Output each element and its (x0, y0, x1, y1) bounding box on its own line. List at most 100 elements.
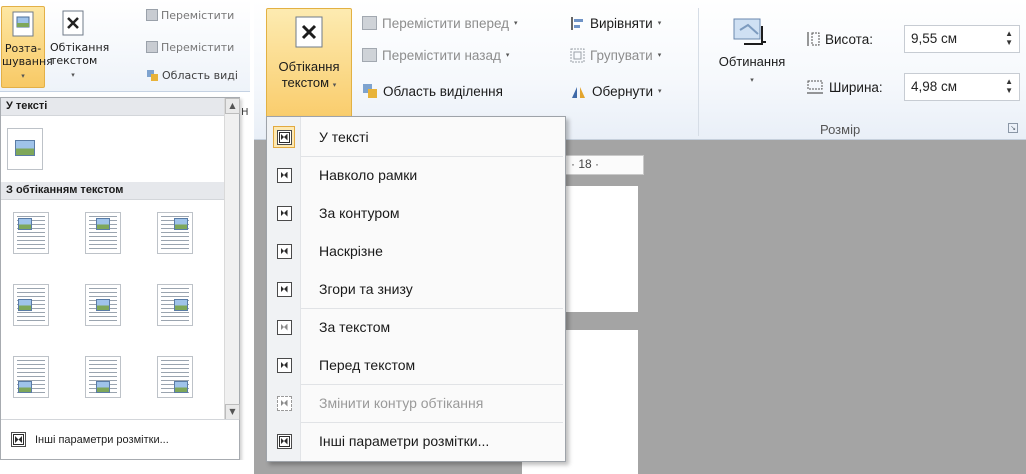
layout-option[interactable] (13, 284, 49, 326)
menu-item-top-bottom[interactable]: Згори та знизу (269, 272, 563, 306)
chevron-down-icon: ▾ (332, 82, 337, 89)
section-inline-heading: У тексті (1, 98, 239, 116)
send-backward-icon (146, 41, 158, 53)
wrap-text-icon (295, 16, 323, 48)
wrap-square-icon (276, 167, 292, 183)
layout-option[interactable] (157, 284, 193, 326)
rotate-button[interactable]: Обернути ▾ (570, 80, 662, 102)
menu-item-label: Змінити контур обтікання (319, 395, 484, 411)
menu-item-label: У тексті (319, 129, 369, 145)
menu-separator (301, 384, 563, 385)
menu-item-label: Наскрізне (319, 243, 383, 259)
bring-forward-button-left[interactable]: Перемістити (146, 6, 234, 24)
menu-item-in-front[interactable]: Перед текстом (269, 348, 563, 382)
align-button[interactable]: Вирівняти ▾ (570, 12, 661, 34)
wrap-through-icon (276, 243, 292, 259)
scroll-down-icon[interactable]: ▼ (225, 404, 240, 420)
picture-icon (15, 140, 35, 156)
wrap-tight-icon (276, 205, 292, 221)
menu-item-more-layout[interactable]: Інші параметри розмітки... (269, 424, 563, 458)
bring-forward-label: Перемістити (161, 8, 235, 22)
more-layout-options-label: Інші параметри розмітки... (35, 433, 169, 446)
menu-item-through[interactable]: Наскрізне (269, 234, 563, 268)
group-separator (698, 8, 699, 136)
chevron-down-icon: ▾ (21, 72, 25, 80)
width-field[interactable]: 4,98 см ▲ ▼ (904, 73, 1020, 101)
size-group-label: Розмір (820, 122, 861, 137)
send-backward-button-left[interactable]: Перемістити (146, 38, 234, 56)
menu-separator (301, 156, 563, 157)
position-button[interactable]: Розта- шування ▾ (1, 6, 53, 88)
layout-options-icon (276, 433, 292, 449)
height-spinner-icon[interactable]: ▲ ▼ (1005, 29, 1013, 47)
send-backward-button[interactable]: Перемістити назад ▾ (362, 44, 509, 66)
bring-forward-icon (362, 16, 377, 30)
bring-forward-button[interactable]: Перемістити вперед ▾ (362, 12, 518, 34)
wrap-text-button-left[interactable]: Обтікання текстом ▾ (50, 6, 109, 88)
ruler: · 18 · (564, 155, 644, 175)
scroll-up-icon[interactable]: ▲ (225, 98, 240, 114)
send-backward-icon (362, 48, 377, 62)
wrap-text-button[interactable]: Обтікання текстом ▾ (266, 8, 352, 120)
layout-option[interactable] (85, 284, 121, 326)
left-screenshot: Розта- шування ▾ Обтікання текстом ▾ Пер… (0, 0, 250, 460)
menu-item-behind-text[interactable]: За текстом (269, 310, 563, 344)
height-label: Висота: (825, 31, 873, 47)
selection-pane-label: Область виділення (383, 83, 503, 99)
selection-pane-button-left[interactable]: Область виді (146, 66, 238, 84)
send-backward-label: Перемістити назад (382, 47, 501, 63)
chevron-down-icon: ▾ (505, 52, 510, 59)
menu-item-edit-wrap-points[interactable]: Змінити контур обтікання (269, 386, 563, 420)
rotate-icon (572, 86, 585, 98)
inline-section (1, 116, 239, 182)
picture-icon (174, 218, 188, 230)
picture-icon (18, 218, 32, 230)
width-label-row: Ширина: (806, 76, 883, 98)
menu-item-label: За текстом (319, 319, 391, 335)
align-icon (571, 16, 583, 30)
menu-item-label: Перед текстом (319, 357, 416, 373)
wrap-in-front-icon (276, 357, 292, 373)
picture-icon (18, 299, 32, 311)
layout-option[interactable] (85, 356, 121, 398)
menu-item-square[interactable]: Навколо рамки (269, 158, 563, 192)
picture-icon (96, 381, 110, 393)
menu-separator (301, 308, 563, 309)
selection-pane-button[interactable]: Область виділення (362, 80, 503, 102)
bring-forward-label: Перемістити вперед (382, 15, 510, 31)
menu-item-tight[interactable]: За контуром (269, 196, 563, 230)
align-label: Вирівняти (590, 15, 653, 31)
wrap-gallery-dropdown: У тексті З обтіканням текстом ▲ ▼ Інші п… (0, 97, 240, 460)
layout-option[interactable] (85, 212, 121, 254)
width-spinner-icon[interactable]: ▲ ▼ (1005, 77, 1013, 95)
group-label: Групувати (590, 47, 653, 63)
wrap-line1: Обтікання (50, 41, 110, 54)
layout-options-icon (11, 432, 26, 447)
height-field[interactable]: 9,55 см ▲ ▼ (904, 25, 1020, 53)
menu-item-label: Згори та знизу (319, 281, 413, 297)
more-layout-options-left[interactable]: Інші параметри розмітки... (1, 419, 239, 459)
chevron-down-icon: ▾ (514, 20, 518, 27)
dialog-launcher-icon[interactable]: ↘ (1008, 123, 1018, 133)
menu-separator (301, 422, 563, 423)
chevron-down-icon: ▾ (71, 71, 75, 79)
layout-option[interactable] (157, 212, 193, 254)
width-value: 4,98 см (911, 79, 958, 94)
group-button[interactable]: Групувати ▾ (570, 44, 661, 66)
crop-button[interactable]: Обтинання ▾ (706, 18, 798, 112)
right-screenshot: Обтікання текстом ▾ Перемістити вперед ▾… (254, 0, 1026, 474)
wrap-line2: текстом (50, 54, 98, 67)
menu-item-label: Інші параметри розмітки... (319, 433, 490, 449)
height-icon (807, 32, 820, 46)
chevron-down-icon: ▾ (657, 20, 662, 27)
selection-pane-icon (147, 69, 158, 81)
chevron-down-icon: ▾ (657, 52, 662, 59)
gallery-scrollbar[interactable]: ▲ ▼ (224, 98, 240, 420)
selection-pane-icon (363, 84, 377, 98)
layout-option[interactable] (157, 356, 193, 398)
layout-inline-option[interactable] (7, 128, 43, 170)
menu-item-in-line[interactable]: У тексті (269, 120, 563, 154)
layout-option[interactable] (13, 356, 49, 398)
send-backward-label: Перемістити (161, 40, 235, 54)
layout-option[interactable] (13, 212, 49, 254)
